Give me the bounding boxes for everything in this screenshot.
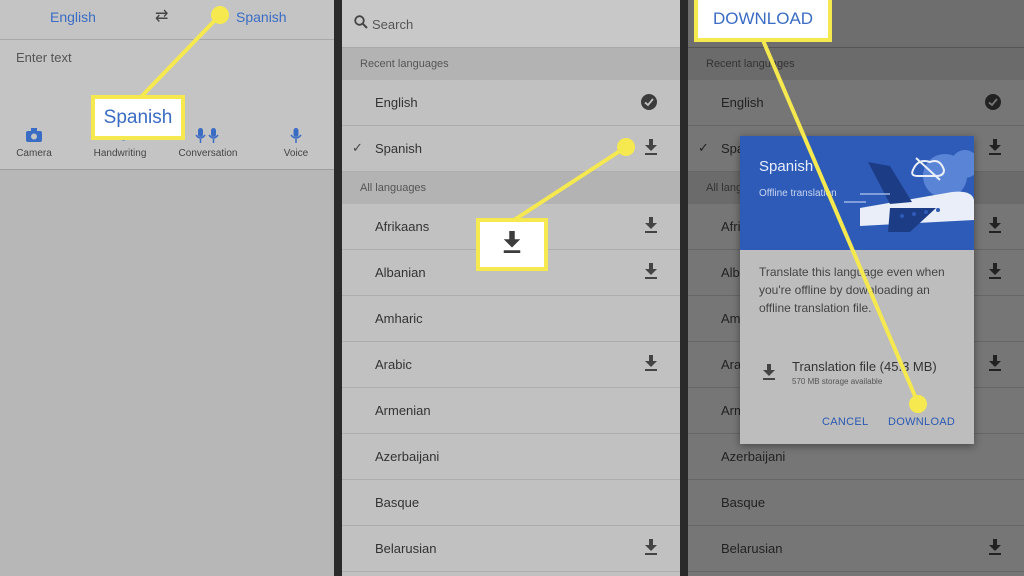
camera-button[interactable]: Camera <box>0 128 74 159</box>
download-icon <box>988 539 1002 560</box>
search-bar[interactable]: Search <box>342 0 680 48</box>
microphone-icon <box>256 128 334 148</box>
language-row-english: English <box>688 80 1024 126</box>
language-label: Basque <box>375 495 420 510</box>
cancel-button[interactable]: CANCEL <box>822 416 868 428</box>
dialog-title: Spanish <box>759 158 814 175</box>
language-label: English <box>375 95 418 110</box>
language-label: English <box>721 95 764 110</box>
download-icon[interactable] <box>644 355 658 376</box>
translation-file-label: Translation file (45.3 MB) <box>792 359 937 374</box>
language-label: Belarusian <box>721 541 783 556</box>
language-bar: English ⇄ Spanish <box>0 0 334 40</box>
selected-check-icon: ✓ <box>698 140 709 155</box>
language-row-azerbaijani[interactable]: Azerbaijani <box>342 434 680 480</box>
selected-check-icon: ✓ <box>352 140 363 155</box>
language-label: Amharic <box>375 311 423 326</box>
voice-button[interactable]: Voice <box>256 128 334 159</box>
language-label: Azerbaijani <box>721 449 786 464</box>
download-icon <box>988 217 1002 238</box>
language-row-belarusian: Belarusian <box>688 526 1024 572</box>
language-list-panel: Search Recent languages English ✓ Spanis… <box>342 0 680 576</box>
swap-languages-icon[interactable]: ⇄ <box>155 6 168 26</box>
callout-spanish: Spanish <box>91 95 185 140</box>
language-label: Belarusian <box>375 541 437 556</box>
callout-dot-download-icon <box>617 138 635 156</box>
text-input[interactable]: Enter text <box>16 50 72 65</box>
language-row-amharic[interactable]: Amharic <box>342 296 680 342</box>
storage-available-label: 570 MB storage available <box>792 377 883 386</box>
all-languages-header: All languages <box>342 172 680 204</box>
voice-label: Voice <box>283 148 309 159</box>
offline-translation-dialog: Spanish Offline translation Translate th… <box>740 136 974 444</box>
download-button[interactable]: DOWNLOAD <box>888 416 955 428</box>
download-icon <box>988 139 1002 160</box>
download-icon[interactable] <box>644 539 658 560</box>
dialog-header: Spanish Offline translation <box>740 136 974 250</box>
handwriting-label: Handwriting <box>93 148 147 159</box>
language-label: Albanian <box>375 265 426 280</box>
language-label: Arabic <box>375 357 412 372</box>
recent-languages-header: Recent languages <box>688 48 1024 80</box>
search-icon <box>354 15 368 34</box>
conversation-label: Conversation <box>178 148 238 159</box>
recent-languages-header: Recent languages <box>342 48 680 80</box>
callout-download-icon <box>476 218 548 271</box>
language-label: Armenian <box>375 403 431 418</box>
download-icon <box>502 231 522 258</box>
source-language-button[interactable]: English <box>50 9 96 25</box>
callout-dot-spanish <box>211 6 229 24</box>
search-input[interactable]: Search <box>372 17 413 32</box>
camera-icon <box>0 128 74 148</box>
language-label: Spanish <box>375 141 422 156</box>
language-row-english[interactable]: English <box>342 80 680 126</box>
camera-label: Camera <box>16 148 52 159</box>
translate-header: English ⇄ Spanish Enter text Camera ✎ Ha… <box>0 0 334 170</box>
dialog-description: Translate this language even when you're… <box>759 265 945 315</box>
language-label: Azerbaijani <box>375 449 440 464</box>
download-icon[interactable] <box>644 217 658 238</box>
language-row-armenian[interactable]: Armenian <box>342 388 680 434</box>
downloaded-check-icon <box>984 93 1002 116</box>
download-icon <box>988 355 1002 376</box>
target-language-button[interactable]: Spanish <box>236 9 287 25</box>
language-label: Basque <box>721 495 766 510</box>
download-icon <box>762 364 776 385</box>
callout-download-label: DOWNLOAD <box>712 9 814 28</box>
downloaded-check-icon <box>640 93 658 116</box>
download-icon[interactable] <box>644 263 658 284</box>
language-label: Afrikaans <box>375 219 430 234</box>
language-row-belarusian[interactable]: Belarusian <box>342 526 680 572</box>
language-row-arabic[interactable]: Arabic <box>342 342 680 388</box>
download-icon <box>988 263 1002 284</box>
callout-download: DOWNLOAD <box>694 0 832 42</box>
dialog-subtitle: Offline translation <box>759 188 837 199</box>
language-row-basque[interactable]: Basque <box>342 480 680 526</box>
language-row-basque: Basque <box>688 480 1024 526</box>
callout-dot-download <box>909 395 927 413</box>
callout-spanish-label: Spanish <box>103 106 173 128</box>
download-icon[interactable] <box>644 139 658 160</box>
translate-panel: English ⇄ Spanish Enter text Camera ✎ Ha… <box>0 0 334 576</box>
